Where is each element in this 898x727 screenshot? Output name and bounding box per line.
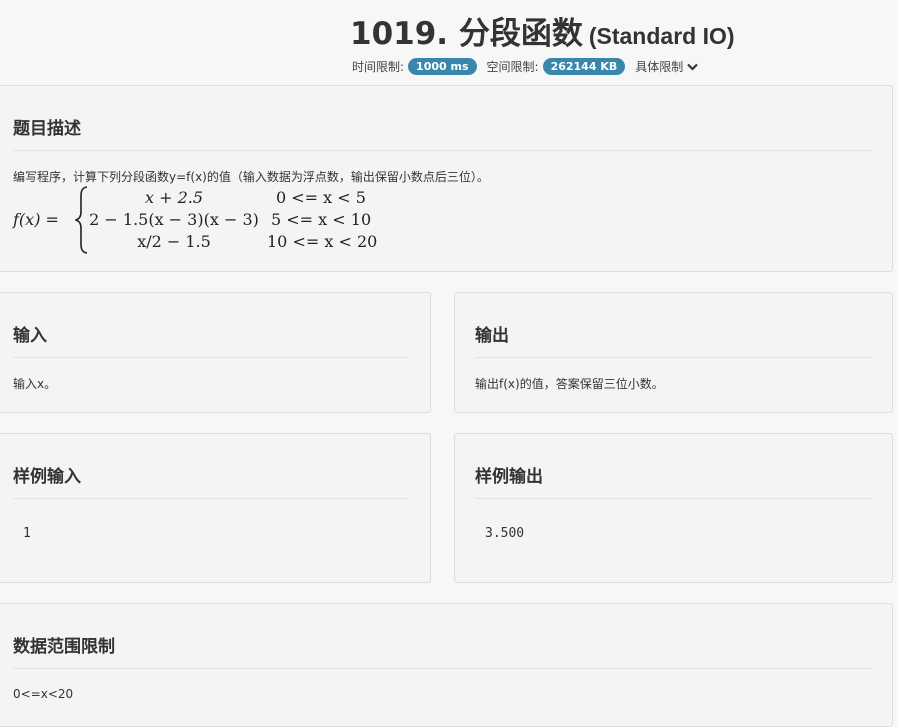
output-heading: 输出	[475, 321, 872, 358]
space-limit-badge: 262144 KB	[542, 58, 626, 75]
constraints-heading: 数据范围限制	[13, 632, 872, 669]
case-3-cond: 10 <= x < 20	[267, 232, 378, 251]
case-2-cond: 5 <= x < 10	[271, 210, 372, 229]
problem-title: 1019. 分段函数	[350, 16, 583, 52]
case-1-expr: x + 2.5	[144, 188, 204, 207]
chevron-down-icon	[687, 61, 699, 74]
space-limit-label: 空间限制:	[486, 60, 539, 74]
case-1-cond: 0 <= x < 5	[276, 188, 366, 207]
io-type: (Standard IO)	[588, 23, 735, 49]
detail-limits-label: 具体限制	[635, 60, 684, 74]
page-title: 1019. 分段函数 (Standard IO)	[350, 8, 735, 53]
input-heading: 输入	[13, 321, 410, 358]
sample-input-heading: 样例输入	[13, 462, 410, 499]
description-card: 题目描述 编写程序，计算下列分段函数y=f(x)的值（输入数据为浮点数，输出保留…	[0, 85, 893, 272]
sample-input-value: 1	[23, 526, 31, 541]
input-text: 输入x。	[13, 377, 57, 391]
time-limit-badge: 1000 ms	[408, 58, 477, 75]
limits-bar: 时间限制: 1000 ms 空间限制: 262144 KB 具体限制	[352, 58, 699, 75]
formula-lhs: f(x) =	[13, 210, 59, 229]
detail-limits-toggle[interactable]: 具体限制	[635, 58, 699, 75]
constraints-text: 0<=x<20	[13, 687, 74, 701]
description-heading: 题目描述	[13, 114, 872, 151]
case-2-expr: 2 − 1.5(x − 3)(x − 3)	[89, 210, 259, 229]
problem-header: 1019. 分段函数 (Standard IO) 时间限制: 1000 ms 空间…	[0, 0, 898, 84]
sample-input-card: 样例输入 1	[0, 433, 431, 583]
output-text: 输出f(x)的值，答案保留三位小数。	[475, 377, 664, 391]
case-3-expr: x/2 − 1.5	[137, 232, 211, 251]
constraints-card: 数据范围限制 0<=x<20	[0, 603, 893, 727]
sample-output-heading: 样例输出	[475, 462, 872, 499]
description-text: 编写程序，计算下列分段函数y=f(x)的值（输入数据为浮点数，输出保留小数点后三…	[13, 170, 489, 184]
input-card: 输入 输入x。	[0, 292, 431, 413]
piecewise-formula: f(x) = x + 2.5 0 <= x < 5 2 − 1.5(x − 3)…	[13, 186, 393, 256]
output-card: 输出 输出f(x)的值，答案保留三位小数。	[454, 292, 893, 413]
sample-output-value: 3.500	[485, 526, 525, 541]
time-limit-label: 时间限制:	[352, 60, 405, 74]
sample-output-card: 样例输出 3.500	[454, 433, 893, 583]
